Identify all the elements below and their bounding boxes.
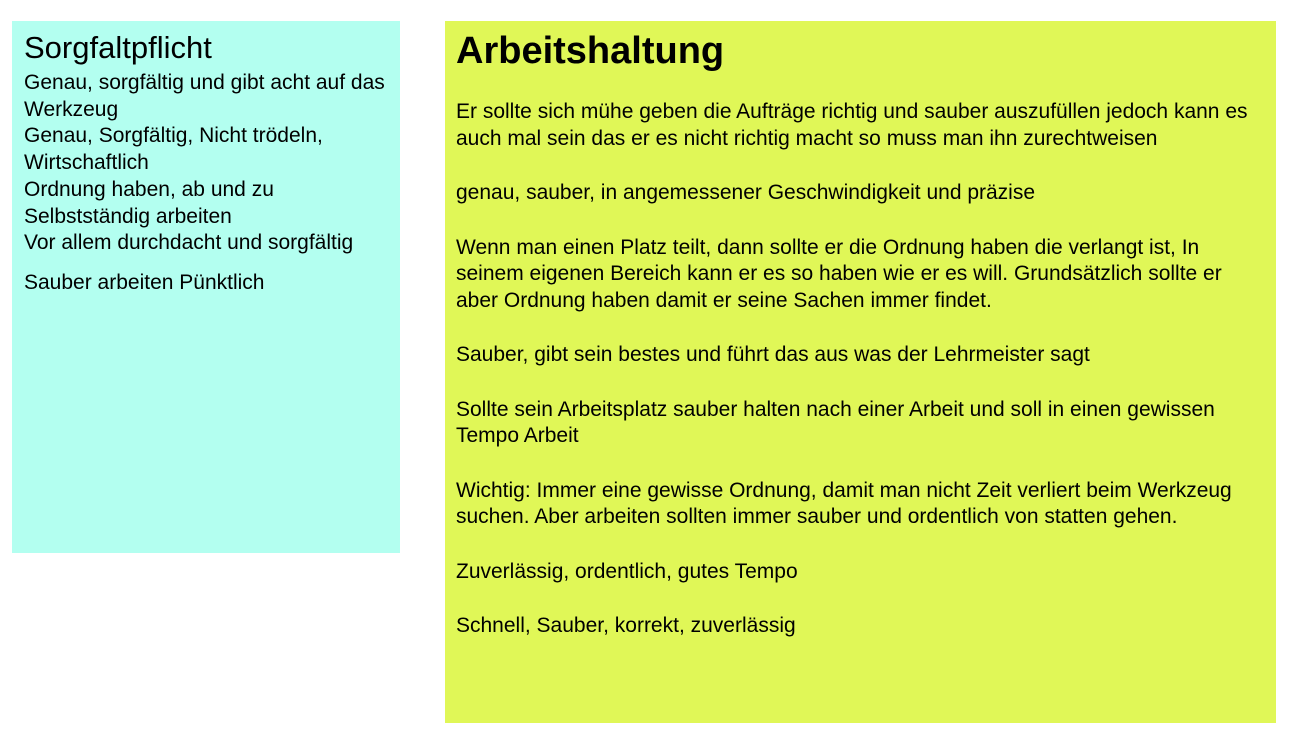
- note-title: Sorgfaltpflicht: [24, 30, 212, 65]
- note-line: Ordnung haben, ab und zu Selbstständig a…: [24, 177, 274, 228]
- note-paragraph: Wichtig: Immer eine gewisse Ordnung, dam…: [456, 478, 1232, 529]
- sticky-note-arbeitshaltung[interactable]: Arbeitshaltung Er sollte sich mühe geben…: [445, 21, 1276, 723]
- note-paragraph: Schnell, Sauber, korrekt, zuverlässig: [456, 614, 796, 637]
- sticky-note-sorgfaltpflicht[interactable]: Sorgfaltpflicht Genau, sorgfältig und gi…: [12, 21, 400, 553]
- note-paragraph: Wenn man einen Platz teilt, dann sollte …: [456, 235, 1222, 312]
- note-paragraph: Sauber, gibt sein bestes und führt das a…: [456, 343, 1090, 366]
- note-line: Genau, Sorgfältig, Nicht trödeln, Wirtsc…: [24, 124, 323, 175]
- note-paragraph: Er sollte sich mühe geben die Aufträge r…: [456, 100, 1248, 150]
- note-title: Arbeitshaltung: [456, 30, 725, 72]
- note-line: Vor allem durchdacht und sorgfältig: [24, 231, 354, 255]
- note-line: Genau, sorgfältig und gibt acht auf das …: [24, 71, 385, 121]
- note-paragraph: Sollte sein Arbeitsplatz sauber halten n…: [456, 397, 1215, 448]
- note-paragraph: genau, sauber, in angemessener Geschwind…: [456, 181, 1036, 204]
- note-paragraph: Zuverlässig, ordentlich, gutes Tempo: [456, 559, 798, 583]
- note-line: Sauber arbeiten Pünktlich: [24, 270, 265, 294]
